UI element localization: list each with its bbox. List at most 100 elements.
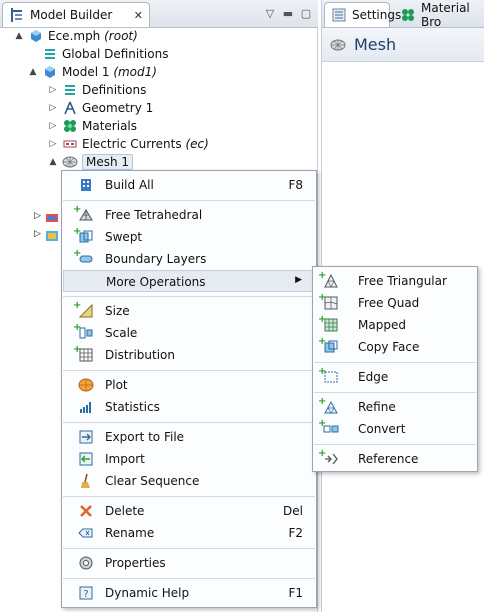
material-browser-icon xyxy=(400,7,416,23)
menu-item-label: Clear Sequence xyxy=(105,474,200,488)
model-builder-tab-label: Model Builder xyxy=(30,8,113,22)
global-definitions-icon xyxy=(42,46,58,62)
menu-separator xyxy=(63,200,315,201)
context-menu: Build All F8 + Free Tetrahedral + Swept … xyxy=(61,170,317,608)
menu-item-size[interactable]: + Size xyxy=(63,300,315,322)
menu-item-shortcut: F1 xyxy=(288,586,303,600)
menu-item-label: More Operations xyxy=(106,275,206,289)
hidden-tree-item-results[interactable]: ▷ xyxy=(34,210,58,224)
expand-twisty-icon[interactable]: ▷ xyxy=(48,103,58,113)
submenu-item-label: Free Quad xyxy=(358,296,420,310)
menu-item-label: Scale xyxy=(105,326,138,340)
menu-item-label: Size xyxy=(105,304,130,318)
menu-item-statistics[interactable]: Statistics xyxy=(63,396,315,418)
menu-separator xyxy=(63,296,315,297)
tree-item-root[interactable]: ▲ Ece.mph (root) xyxy=(14,27,138,45)
expand-twisty-icon[interactable]: ▷ xyxy=(48,85,58,95)
submenu-item-mapped[interactable]: + Mapped xyxy=(314,314,476,336)
submenu-item-edge[interactable]: + Edge xyxy=(314,366,476,388)
tree-item-global-definitions[interactable]: Global Definitions xyxy=(28,45,168,63)
collapse-twisty-icon[interactable]: ▲ xyxy=(14,31,24,41)
menu-item-build-all[interactable]: Build All F8 xyxy=(63,174,315,196)
menu-item-more-operations[interactable]: More Operations ▶ xyxy=(63,270,315,292)
menu-item-label: Export to File xyxy=(105,430,185,444)
more-operations-submenu: + Free Triangular + Free Quad + Mapped +… xyxy=(312,266,478,472)
menu-item-swept[interactable]: + Swept xyxy=(63,226,315,248)
settings-header: Mesh xyxy=(322,28,484,62)
menu-separator xyxy=(63,422,315,423)
menu-item-clear-sequence[interactable]: Clear Sequence xyxy=(63,470,315,492)
menu-separator xyxy=(63,548,315,549)
tree-suffix: (mod1) xyxy=(113,65,157,79)
menu-item-plot[interactable]: Plot xyxy=(63,374,315,396)
menu-item-rename[interactable]: Rename F2 xyxy=(63,522,315,544)
tree-item-materials[interactable]: ▷ Materials xyxy=(48,117,137,135)
tree-item-geometry-1[interactable]: ▷ Geometry 1 xyxy=(48,99,154,117)
submenu-item-free-quad[interactable]: + Free Quad xyxy=(314,292,476,314)
collapse-twisty-icon[interactable]: ▲ xyxy=(48,157,58,167)
menu-item-label: Boundary Layers xyxy=(105,252,207,266)
submenu-arrow-icon: ▶ xyxy=(295,275,302,285)
model-builder-tab[interactable]: Model Builder ✕ xyxy=(2,2,150,27)
menu-item-boundary-layers[interactable]: + Boundary Layers xyxy=(63,248,315,270)
submenu-item-refine[interactable]: + Refine xyxy=(314,396,476,418)
minimize-icon[interactable]: ▬ xyxy=(280,5,296,21)
expand-twisty-icon[interactable]: ▷ xyxy=(48,139,58,149)
convert-icon: + xyxy=(318,418,340,437)
menu-item-properties[interactable]: Properties xyxy=(63,552,315,574)
expand-twisty-icon[interactable]: ▷ xyxy=(34,229,41,239)
tree-item-model-1[interactable]: ▲ Model 1 (mod1) xyxy=(28,63,157,81)
menu-item-label: Statistics xyxy=(105,400,160,414)
close-tab-icon[interactable]: ✕ xyxy=(134,9,143,22)
menu-item-label: Properties xyxy=(105,556,166,570)
menu-item-shortcut: Del xyxy=(283,504,303,518)
menu-item-dynamic-help[interactable]: ? Dynamic Help F1 xyxy=(63,582,315,604)
tab-material-browser-label: Material Bro xyxy=(421,2,470,27)
free-triangular-icon: + xyxy=(318,270,340,289)
collapse-twisty-icon[interactable]: ▲ xyxy=(28,67,38,77)
properties-icon xyxy=(77,555,95,571)
free-tetrahedral-icon: + xyxy=(73,204,95,223)
submenu-item-convert[interactable]: + Convert xyxy=(314,418,476,440)
menu-item-delete[interactable]: Delete Del xyxy=(63,500,315,522)
tree-item-definitions[interactable]: ▷ Definitions xyxy=(48,81,147,99)
electric-currents-icon xyxy=(62,136,78,152)
menu-item-shortcut: F2 xyxy=(288,526,303,540)
menu-item-label: Delete xyxy=(105,504,145,518)
maximize-icon[interactable]: ▢ xyxy=(298,5,314,21)
definitions-icon xyxy=(62,82,78,98)
view-menu-icon[interactable]: ▽ xyxy=(262,5,278,21)
menu-item-scale[interactable]: + Scale xyxy=(63,322,315,344)
model-file-icon xyxy=(28,28,44,44)
tab-settings[interactable]: Settings xyxy=(324,2,401,27)
settings-tabbar: Settings Material Bro xyxy=(322,0,484,28)
menu-item-export-to-file[interactable]: Export to File xyxy=(63,426,315,448)
hidden-tree-item-study[interactable]: ▷ xyxy=(34,228,58,242)
submenu-item-label: Reference xyxy=(358,452,419,466)
tree-item-electric-currents[interactable]: ▷ Electric Currents (ec) xyxy=(48,135,209,153)
expand-twisty-icon[interactable]: ▷ xyxy=(48,121,58,131)
delete-icon xyxy=(77,503,95,519)
broom-icon xyxy=(77,473,95,489)
materials-icon xyxy=(62,118,78,134)
dynamic-help-icon: ? xyxy=(77,585,95,601)
model-builder-icon xyxy=(9,7,25,23)
tab-material-browser[interactable]: Material Bro xyxy=(394,2,484,27)
menu-item-import[interactable]: Import xyxy=(63,448,315,470)
menu-item-distribution[interactable]: + Distribution xyxy=(63,344,315,366)
submenu-item-copy-face[interactable]: + Copy Face xyxy=(314,336,476,358)
tree-label: Model 1 xyxy=(62,65,110,79)
submenu-separator xyxy=(314,362,476,363)
geometry-icon xyxy=(62,100,78,116)
expand-twisty-icon[interactable]: ▷ xyxy=(34,211,41,221)
submenu-item-reference[interactable]: + Reference xyxy=(314,448,476,470)
menu-item-free-tetrahedral[interactable]: + Free Tetrahedral xyxy=(63,204,315,226)
swept-icon: + xyxy=(73,226,95,245)
menu-item-label: Free Tetrahedral xyxy=(105,208,203,222)
tree-item-mesh-1[interactable]: ▲ Mesh 1 xyxy=(48,153,134,171)
submenu-item-label: Mapped xyxy=(358,318,406,332)
submenu-item-label: Refine xyxy=(358,400,396,414)
submenu-item-free-triangular[interactable]: + Free Triangular xyxy=(314,270,476,292)
svg-text:?: ? xyxy=(83,589,88,600)
tree-suffix: (ec) xyxy=(185,137,209,151)
